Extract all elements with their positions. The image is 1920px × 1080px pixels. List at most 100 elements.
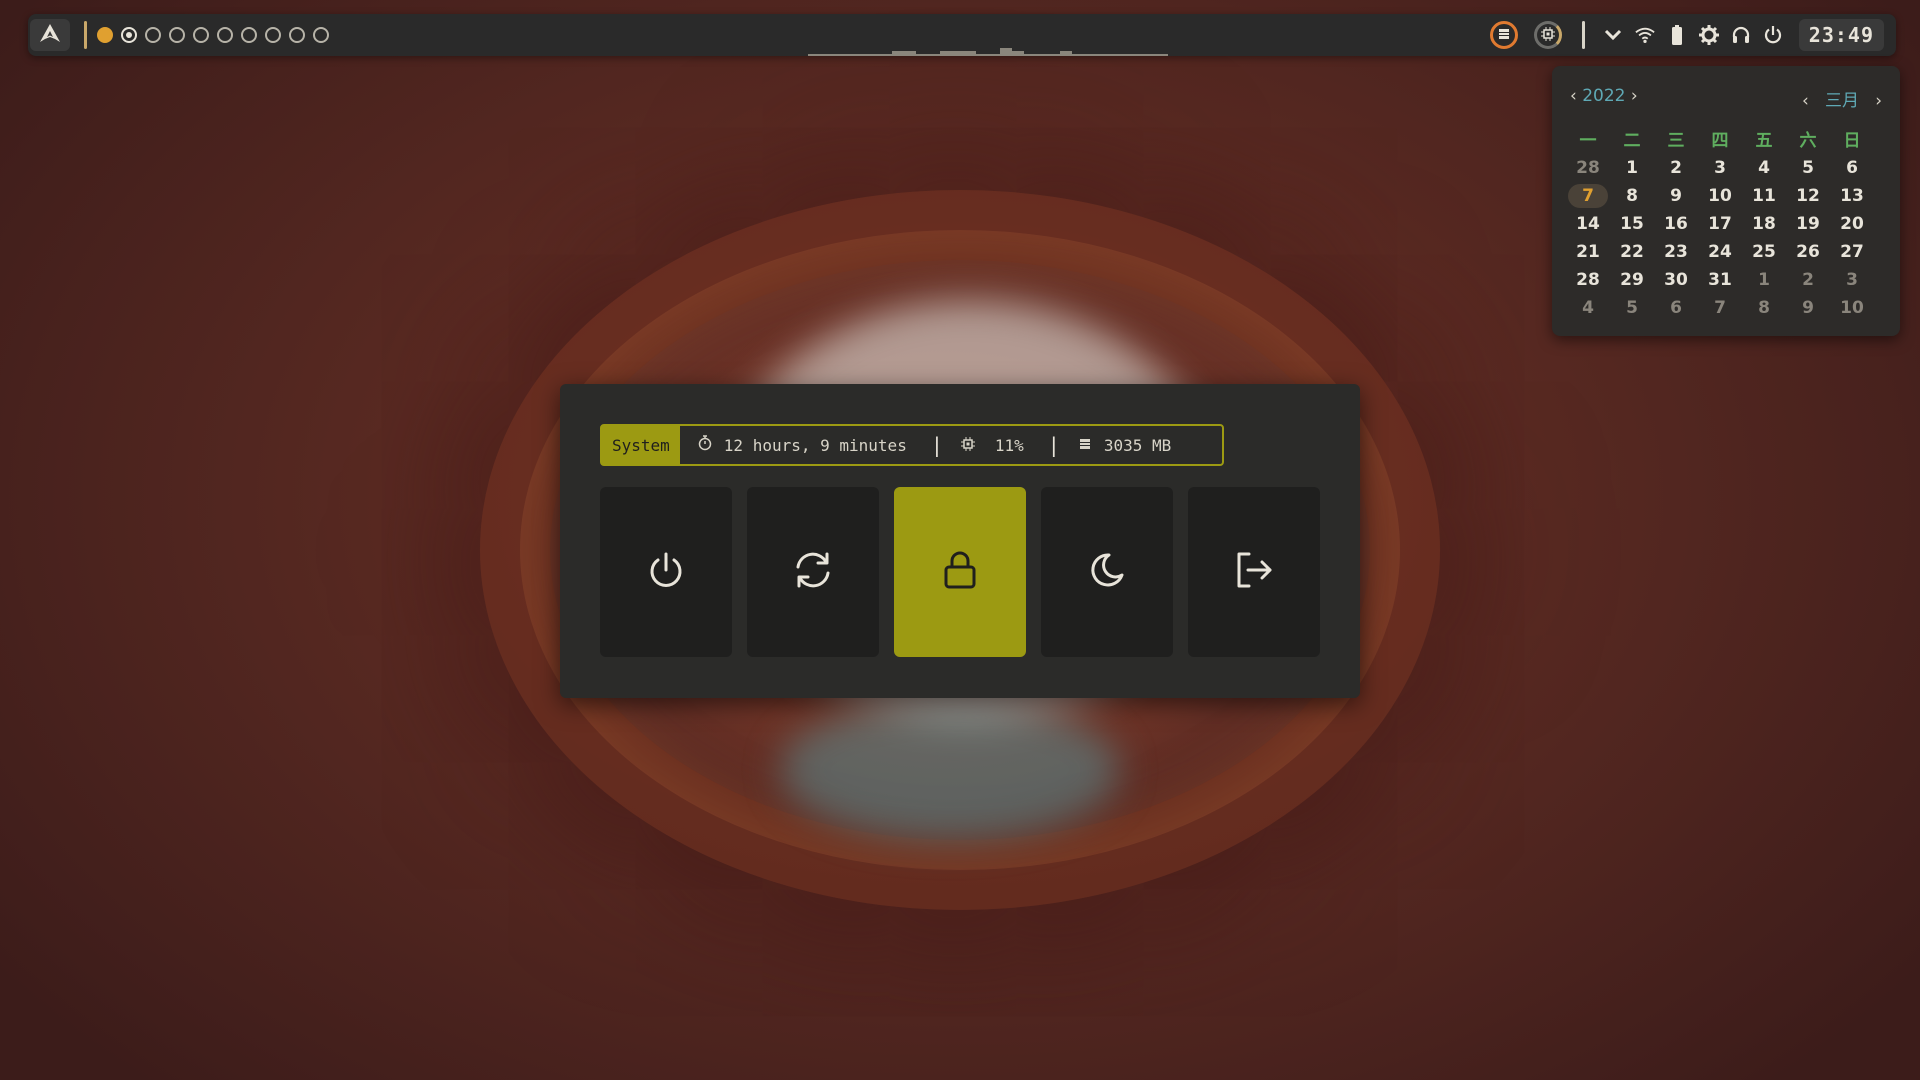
- calendar-day[interactable]: 1: [1610, 154, 1654, 182]
- calendar-day[interactable]: 18: [1742, 210, 1786, 238]
- calendar-day[interactable]: 23: [1654, 238, 1698, 266]
- lock-button[interactable]: [894, 487, 1026, 657]
- calendar-day[interactable]: 22: [1610, 238, 1654, 266]
- cpu-item: 11%: [960, 436, 1024, 455]
- calendar-day[interactable]: 12: [1786, 182, 1830, 210]
- next-year-icon[interactable]: ›: [1631, 86, 1638, 106]
- calendar-day[interactable]: 5: [1786, 154, 1830, 182]
- calendar-day[interactable]: 8: [1610, 182, 1654, 210]
- app-launcher-button[interactable]: [30, 19, 70, 51]
- weekday-header: 六: [1799, 131, 1817, 151]
- calendar-day[interactable]: 4: [1566, 294, 1610, 322]
- power-icon: [646, 550, 686, 594]
- year-selector: ‹ 2022 ›: [1570, 86, 1638, 106]
- month-selector: ‹ 三月 ›: [1802, 86, 1882, 111]
- calendar-day[interactable]: 10: [1830, 294, 1874, 322]
- info-separator: |: [930, 433, 943, 457]
- calendar-day[interactable]: 3: [1698, 154, 1742, 182]
- calendar-day[interactable]: 21: [1566, 238, 1610, 266]
- lock-icon: [940, 549, 980, 595]
- memory-icon: [1078, 436, 1092, 455]
- calendar-day[interactable]: 1: [1742, 266, 1786, 294]
- workspace-4[interactable]: [169, 27, 185, 43]
- month-label: 三月: [1824, 91, 1859, 111]
- workspace-7[interactable]: [241, 27, 257, 43]
- calendar-day[interactable]: 30: [1654, 266, 1698, 294]
- wifi-icon[interactable]: [1635, 24, 1655, 46]
- calendar-day[interactable]: 27: [1830, 238, 1874, 266]
- calendar-day[interactable]: 2: [1786, 266, 1830, 294]
- calendar-day[interactable]: 7: [1698, 294, 1742, 322]
- memory-indicator[interactable]: [1489, 21, 1518, 49]
- calendar-day[interactable]: 6: [1830, 154, 1874, 182]
- power-menu: System 12 hours, 9 minutes | 11% | 3035 …: [560, 384, 1360, 698]
- stopwatch-icon: [698, 435, 712, 455]
- calendar-day[interactable]: 11: [1742, 182, 1786, 210]
- settings-gear-icon[interactable]: [1698, 24, 1719, 46]
- calendar-grid: 一二三四五六日 28 1 2 3 4 5 6 7 8 9 10 11 12 13 14 15 16 17 18 19 20…: [1566, 126, 1874, 322]
- workspace-6[interactable]: [217, 27, 233, 43]
- workspace-3[interactable]: [145, 27, 161, 43]
- calendar-day[interactable]: 6: [1654, 294, 1698, 322]
- calendar-day[interactable]: 25: [1742, 238, 1786, 266]
- calendar-day[interactable]: 31: [1698, 266, 1742, 294]
- calendar-day[interactable]: 17: [1698, 210, 1742, 238]
- calendar-day[interactable]: 20: [1830, 210, 1874, 238]
- calendar-day[interactable]: 26: [1786, 238, 1830, 266]
- suspend-button[interactable]: [1041, 487, 1173, 657]
- system-label: System: [602, 426, 680, 464]
- calendar-day[interactable]: 3: [1830, 266, 1874, 294]
- workspace-switcher: [97, 27, 329, 43]
- memory-icon: [1497, 26, 1511, 45]
- calendar-day[interactable]: 9: [1654, 182, 1698, 210]
- logout-icon: [1233, 550, 1275, 594]
- info-separator: |: [1047, 433, 1060, 457]
- calendar-day[interactable]: 4: [1742, 154, 1786, 182]
- calendar-day[interactable]: 10: [1698, 182, 1742, 210]
- weekday-header: 二: [1623, 131, 1641, 151]
- memory-value: 3035 MB: [1103, 435, 1172, 455]
- clock[interactable]: 23:49: [1798, 19, 1884, 51]
- logout-button[interactable]: [1188, 487, 1320, 657]
- chevron-down-icon[interactable]: [1603, 24, 1623, 46]
- shutdown-button[interactable]: [600, 487, 732, 657]
- calendar-header: ‹ 2022 › ‹ 三月 ›: [1570, 86, 1882, 111]
- calendar-day[interactable]: 2: [1654, 154, 1698, 182]
- next-month-icon[interactable]: ›: [1875, 91, 1882, 111]
- calendar-day[interactable]: 19: [1786, 210, 1830, 238]
- calendar-day[interactable]: 24: [1698, 238, 1742, 266]
- calendar-day[interactable]: 28: [1566, 266, 1610, 294]
- calendar-day[interactable]: 28: [1566, 154, 1610, 182]
- calendar-day-today[interactable]: 7: [1568, 184, 1608, 208]
- calendar-day[interactable]: 29: [1610, 266, 1654, 294]
- weekday-header: 三: [1667, 131, 1685, 151]
- calendar-day[interactable]: 16: [1654, 210, 1698, 238]
- headphones-icon[interactable]: [1731, 24, 1751, 46]
- workspace-10[interactable]: [313, 27, 329, 43]
- workspace-5[interactable]: [193, 27, 209, 43]
- weekday-header: 四: [1711, 131, 1729, 151]
- system-info-bar: System 12 hours, 9 minutes | 11% | 3035 …: [600, 424, 1224, 466]
- year-label: 2022: [1582, 86, 1626, 106]
- reboot-button[interactable]: [747, 487, 879, 657]
- prev-year-icon[interactable]: ‹: [1570, 86, 1577, 106]
- calendar-day[interactable]: 8: [1742, 294, 1786, 322]
- power-icon[interactable]: [1763, 24, 1783, 46]
- calendar-day[interactable]: 5: [1610, 294, 1654, 322]
- battery-icon[interactable]: [1667, 24, 1687, 46]
- workspace-9[interactable]: [289, 27, 305, 43]
- workspace-8[interactable]: [265, 27, 281, 43]
- moon-icon: [1087, 550, 1127, 594]
- weekday-header: 一: [1579, 131, 1597, 151]
- workspace-2[interactable]: [121, 27, 137, 43]
- workspace-1[interactable]: [97, 27, 113, 43]
- cpu-indicator[interactable]: [1533, 21, 1562, 49]
- calendar-day[interactable]: 9: [1786, 294, 1830, 322]
- calendar-day[interactable]: 13: [1830, 182, 1874, 210]
- calendar-day[interactable]: 15: [1610, 210, 1654, 238]
- system-tray: 23:49: [1482, 19, 1884, 51]
- audio-visualizer: [808, 48, 1168, 56]
- calendar-day[interactable]: 14: [1566, 210, 1610, 238]
- prev-month-icon[interactable]: ‹: [1802, 91, 1809, 111]
- tray-separator: [1581, 21, 1585, 49]
